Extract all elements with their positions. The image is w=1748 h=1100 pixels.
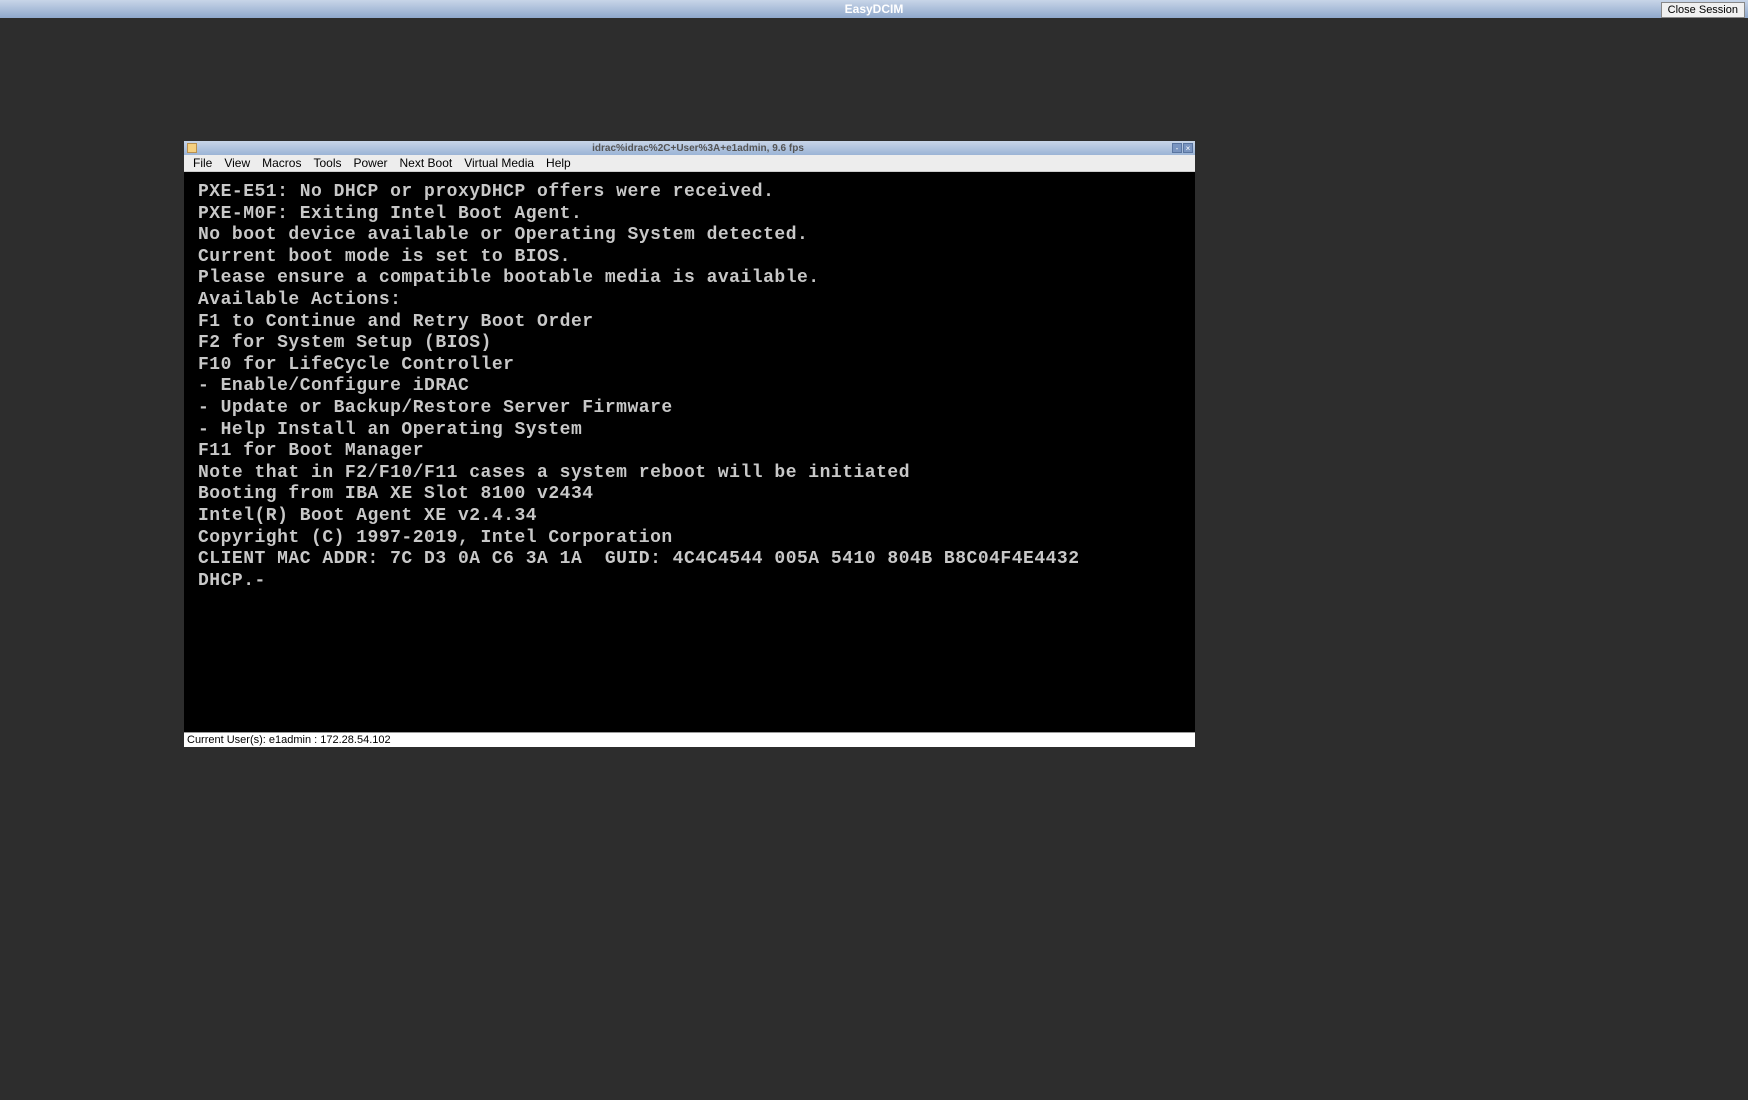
console-line: Please ensure a compatible bootable medi… [198, 268, 1181, 290]
close-session-button[interactable]: Close Session [1661, 2, 1745, 18]
console-line: PXE-M0F: Exiting Intel Boot Agent. [198, 204, 1181, 226]
console-line: DHCP.- [198, 571, 1181, 593]
console-line: Available Actions: [198, 290, 1181, 312]
outer-header: EasyDCIM Close Session [0, 0, 1748, 18]
window-titlebar[interactable]: idrac%idrac%2C+User%3A+e1admin, 9.6 fps … [184, 141, 1195, 155]
menu-next-boot[interactable]: Next Boot [394, 156, 459, 170]
menu-tools[interactable]: Tools [307, 156, 347, 170]
menubar: File View Macros Tools Power Next Boot V… [184, 155, 1195, 172]
menu-macros[interactable]: Macros [256, 156, 307, 170]
menu-power[interactable]: Power [348, 156, 394, 170]
menu-file[interactable]: File [187, 156, 218, 170]
menu-view[interactable]: View [218, 156, 256, 170]
console-screen[interactable]: PXE-E51: No DHCP or proxyDHCP offers wer… [184, 172, 1195, 732]
console-line: - Enable/Configure iDRAC [198, 376, 1181, 398]
close-icon[interactable]: × [1183, 143, 1193, 153]
status-text: Current User(s): e1admin : 172.28.54.102 [187, 734, 391, 746]
menu-virtual-media[interactable]: Virtual Media [458, 156, 540, 170]
console-line: Intel(R) Boot Agent XE v2.4.34 [198, 506, 1181, 528]
console-line: Current boot mode is set to BIOS. [198, 247, 1181, 269]
window-title: idrac%idrac%2C+User%3A+e1admin, 9.6 fps [201, 143, 1195, 154]
java-icon [187, 143, 197, 153]
console-line: Booting from IBA XE Slot 8100 v2434 [198, 484, 1181, 506]
console-line: F1 to Continue and Retry Boot Order [198, 312, 1181, 334]
console-line: Copyright (C) 1997-2019, Intel Corporati… [198, 528, 1181, 550]
console-line: F11 for Boot Manager [198, 441, 1181, 463]
console-line: F2 for System Setup (BIOS) [198, 333, 1181, 355]
outer-title: EasyDCIM [845, 2, 904, 16]
console-line: No boot device available or Operating Sy… [198, 225, 1181, 247]
console-line: - Help Install an Operating System [198, 420, 1181, 442]
console-window: idrac%idrac%2C+User%3A+e1admin, 9.6 fps … [184, 141, 1195, 747]
statusbar: Current User(s): e1admin : 172.28.54.102 [184, 732, 1195, 747]
console-line: Note that in F2/F10/F11 cases a system r… [198, 463, 1181, 485]
menu-help[interactable]: Help [540, 156, 577, 170]
titlebar-controls: - × [1172, 143, 1193, 153]
console-line: F10 for LifeCycle Controller [198, 355, 1181, 377]
minimize-icon[interactable]: - [1172, 143, 1182, 153]
console-line: PXE-E51: No DHCP or proxyDHCP offers wer… [198, 182, 1181, 204]
console-line: CLIENT MAC ADDR: 7C D3 0A C6 3A 1A GUID:… [198, 549, 1181, 571]
console-line: - Update or Backup/Restore Server Firmwa… [198, 398, 1181, 420]
